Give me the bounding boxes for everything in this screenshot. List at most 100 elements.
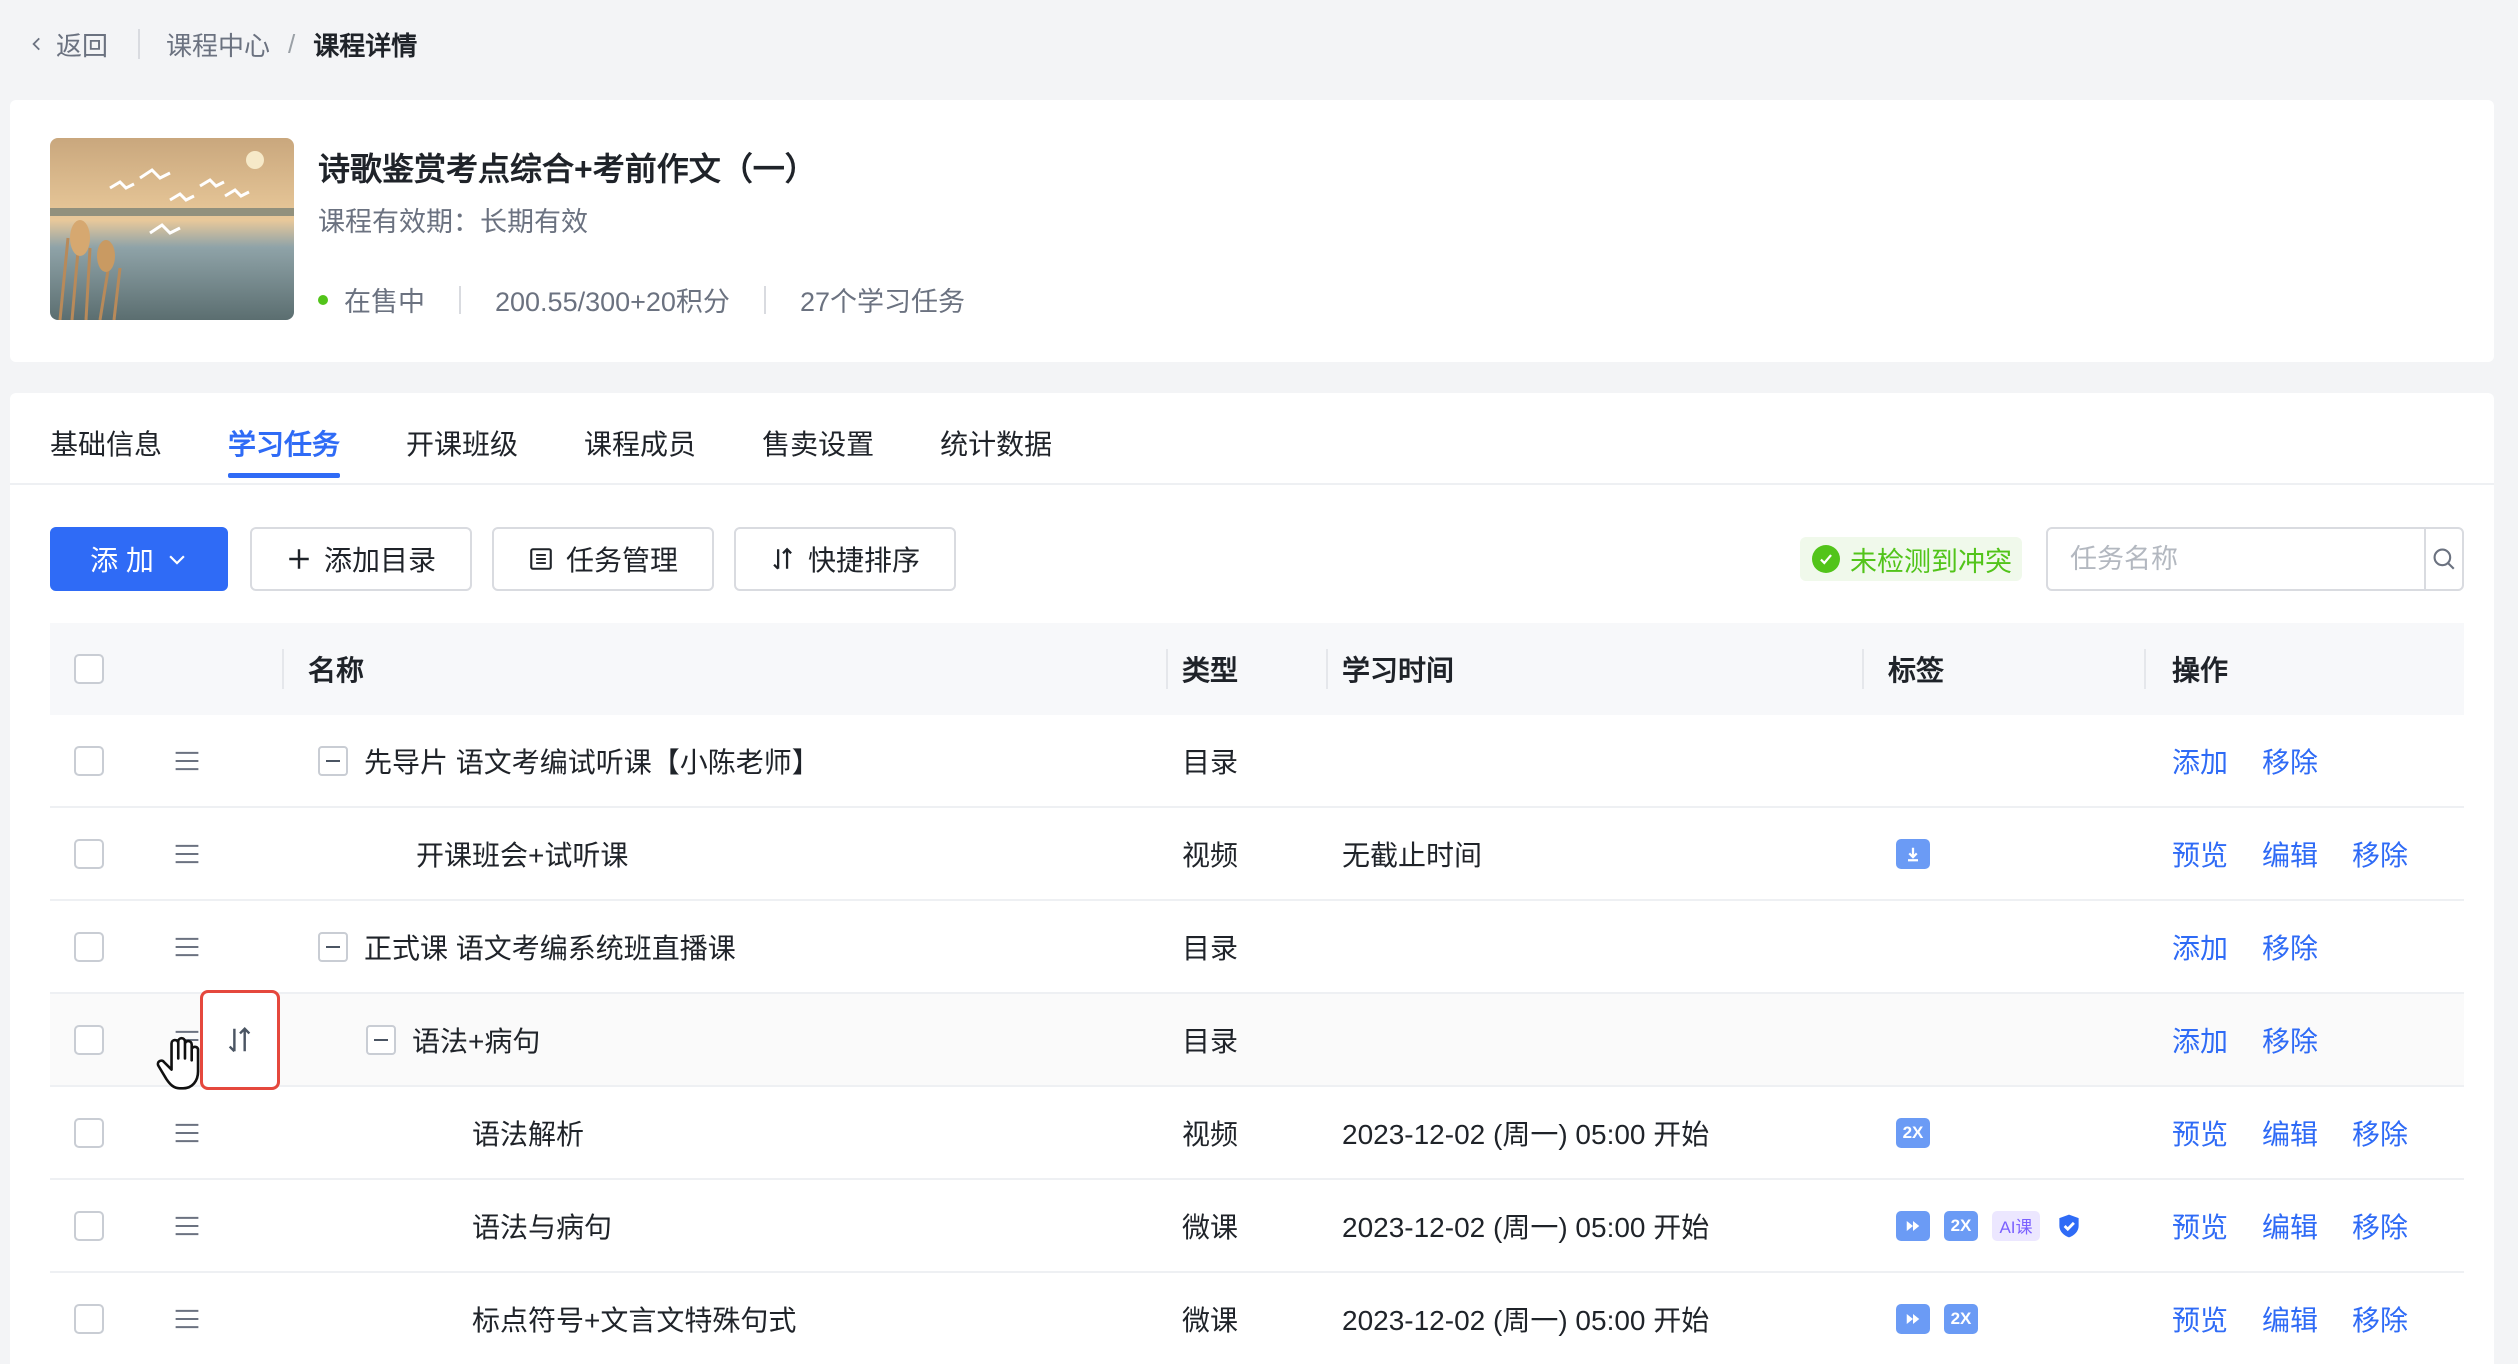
row-checkbox[interactable] [74,901,104,992]
table-row: 语法解析 视频 2023-12-02 (周一) 05:00 开始 2X 预览 编… [50,1087,2464,1180]
plus-icon [289,549,309,569]
quick-sort-button[interactable]: 快捷排序 [734,527,956,591]
course-cover-image [50,138,294,320]
row-name: 语法与病句 [472,1211,613,1243]
row-study-time: 无截止时间 [1342,839,1483,871]
hand-cursor-icon [156,1037,200,1090]
course-validity: 课程有效期：长期有效 [318,207,588,237]
tab-sales-settings[interactable]: 售卖设置 [762,393,874,483]
add-dropdown-button[interactable]: 添 加 [50,527,228,591]
edit-link[interactable]: 编辑 [2262,834,2318,874]
row-study-time: 2023-12-02 (周一) 05:00 开始 [1342,1118,1710,1150]
conflict-status-badge: 未检测到冲突 [1800,537,2022,581]
drag-handle-icon[interactable] [174,715,200,806]
row-type: 微课 [1182,1211,1239,1243]
add-link[interactable]: 添加 [2172,1020,2228,1060]
remove-link[interactable]: 移除 [2262,741,2318,781]
add-directory-button[interactable]: 添加目录 [250,527,472,591]
back-button[interactable]: 返回 [28,26,108,63]
remove-link[interactable]: 移除 [2352,1113,2408,1153]
row-checkbox[interactable] [74,715,104,806]
task-panel: 基础信息 学习任务 开课班级 课程成员 售卖设置 统计数据 添 加 添加目录 任… [10,393,2494,1364]
header-actions: 操作 [2172,655,2229,686]
speed-2x-icon: 2X [1896,1117,1930,1148]
back-label: 返回 [56,30,109,61]
row-checkbox[interactable] [74,994,104,1085]
remove-link[interactable]: 移除 [2262,1020,2318,1060]
header-type: 类型 [1182,655,1239,686]
column-separator [1862,649,1864,689]
edit-link[interactable]: 编辑 [2262,1206,2318,1246]
sort-icon [773,547,792,570]
tab-members[interactable]: 课程成员 [584,393,696,483]
row-type: 目录 [1182,1025,1239,1057]
list-icon [530,548,552,570]
table-row: 先导片 语文考编试听课【小陈老师】 目录 添加 移除 [50,715,2464,808]
select-all-checkbox[interactable] [74,623,104,715]
status-dot-icon [318,294,328,305]
tab-learning-tasks[interactable]: 学习任务 [228,393,341,483]
row-name: 开课班会+试听课 [416,839,629,871]
task-search-input[interactable] [2048,529,2424,589]
ai-course-icon: AI课 [1992,1210,2040,1241]
drag-handle-icon[interactable] [174,808,200,899]
row-sort-handle[interactable] [200,990,280,1090]
add-button-label: 添 加 [90,545,154,576]
drag-handle-icon[interactable] [174,901,200,992]
course-title: 诗歌鉴赏考点综合+考前作文（一） [318,151,817,187]
conflict-status-text: 未检测到冲突 [1850,546,2012,577]
drag-handle-icon[interactable] [174,1273,200,1364]
drag-handle-icon[interactable] [174,1180,200,1271]
remove-link[interactable]: 移除 [2262,927,2318,967]
header-study-time: 学习时间 [1342,655,1455,686]
collapse-toggle-icon[interactable] [318,931,348,962]
header-tags: 标签 [1888,655,1945,686]
collapse-toggle-icon[interactable] [366,1024,396,1055]
preview-link[interactable]: 预览 [2172,834,2228,874]
row-checkbox[interactable] [74,808,104,899]
fast-forward-icon [1896,1210,1930,1241]
row-checkbox[interactable] [74,1180,104,1271]
drag-handle-icon[interactable] [174,1087,200,1178]
add-link[interactable]: 添加 [2172,927,2228,967]
remove-link[interactable]: 移除 [2352,1206,2408,1246]
tab-basic-info[interactable]: 基础信息 [50,393,162,483]
edit-link[interactable]: 编辑 [2262,1299,2318,1339]
row-name: 语法+病句 [412,1025,541,1057]
tab-statistics[interactable]: 统计数据 [940,393,1052,483]
table-row: 开课班会+试听课 视频 无截止时间 预览 编辑 移除 [50,808,2464,901]
course-task-count: 27个学习任务 [799,287,965,317]
divider [138,29,141,59]
speed-2x-icon: 2X [1944,1210,1978,1241]
shield-check-icon [2054,1211,2084,1241]
edit-link[interactable]: 编辑 [2262,1113,2318,1153]
add-link[interactable]: 添加 [2172,741,2228,781]
row-name: 标点符号+文言文特殊句式 [472,1304,797,1336]
download-icon [1896,838,1930,869]
table-header: 名称 类型 学习时间 标签 操作 [50,623,2464,715]
row-checkbox[interactable] [74,1273,104,1364]
remove-link[interactable]: 移除 [2352,834,2408,874]
header-name: 名称 [308,655,365,686]
check-circle-icon [1812,545,1840,573]
add-directory-label: 添加目录 [323,545,436,576]
row-checkbox[interactable] [74,1087,104,1178]
collapse-toggle-icon[interactable] [318,745,348,776]
course-info-card: 诗歌鉴赏考点综合+考前作文（一） 课程有效期：长期有效 在售中 200.55/3… [10,100,2494,362]
row-name: 先导片 语文考编试听课【小陈老师】 [364,746,820,778]
task-management-button[interactable]: 任务管理 [492,527,714,591]
preview-link[interactable]: 预览 [2172,1299,2228,1339]
search-icon [2433,548,2455,570]
row-type: 目录 [1182,746,1239,778]
breadcrumb-separator: / [288,28,296,59]
preview-link[interactable]: 预览 [2172,1206,2228,1246]
task-search [2046,527,2464,591]
search-button[interactable] [2424,529,2462,589]
remove-link[interactable]: 移除 [2352,1299,2408,1339]
breadcrumb-parent[interactable]: 课程中心 [166,26,270,63]
course-meta: 在售中 200.55/300+20积分 27个学习任务 [318,280,965,319]
preview-link[interactable]: 预览 [2172,1113,2228,1153]
tab-bar: 基础信息 学习任务 开课班级 课程成员 售卖设置 统计数据 [10,393,2494,485]
breadcrumb: 返回 课程中心 / 课程详情 [0,0,2518,88]
tab-classes[interactable]: 开课班级 [406,393,518,483]
